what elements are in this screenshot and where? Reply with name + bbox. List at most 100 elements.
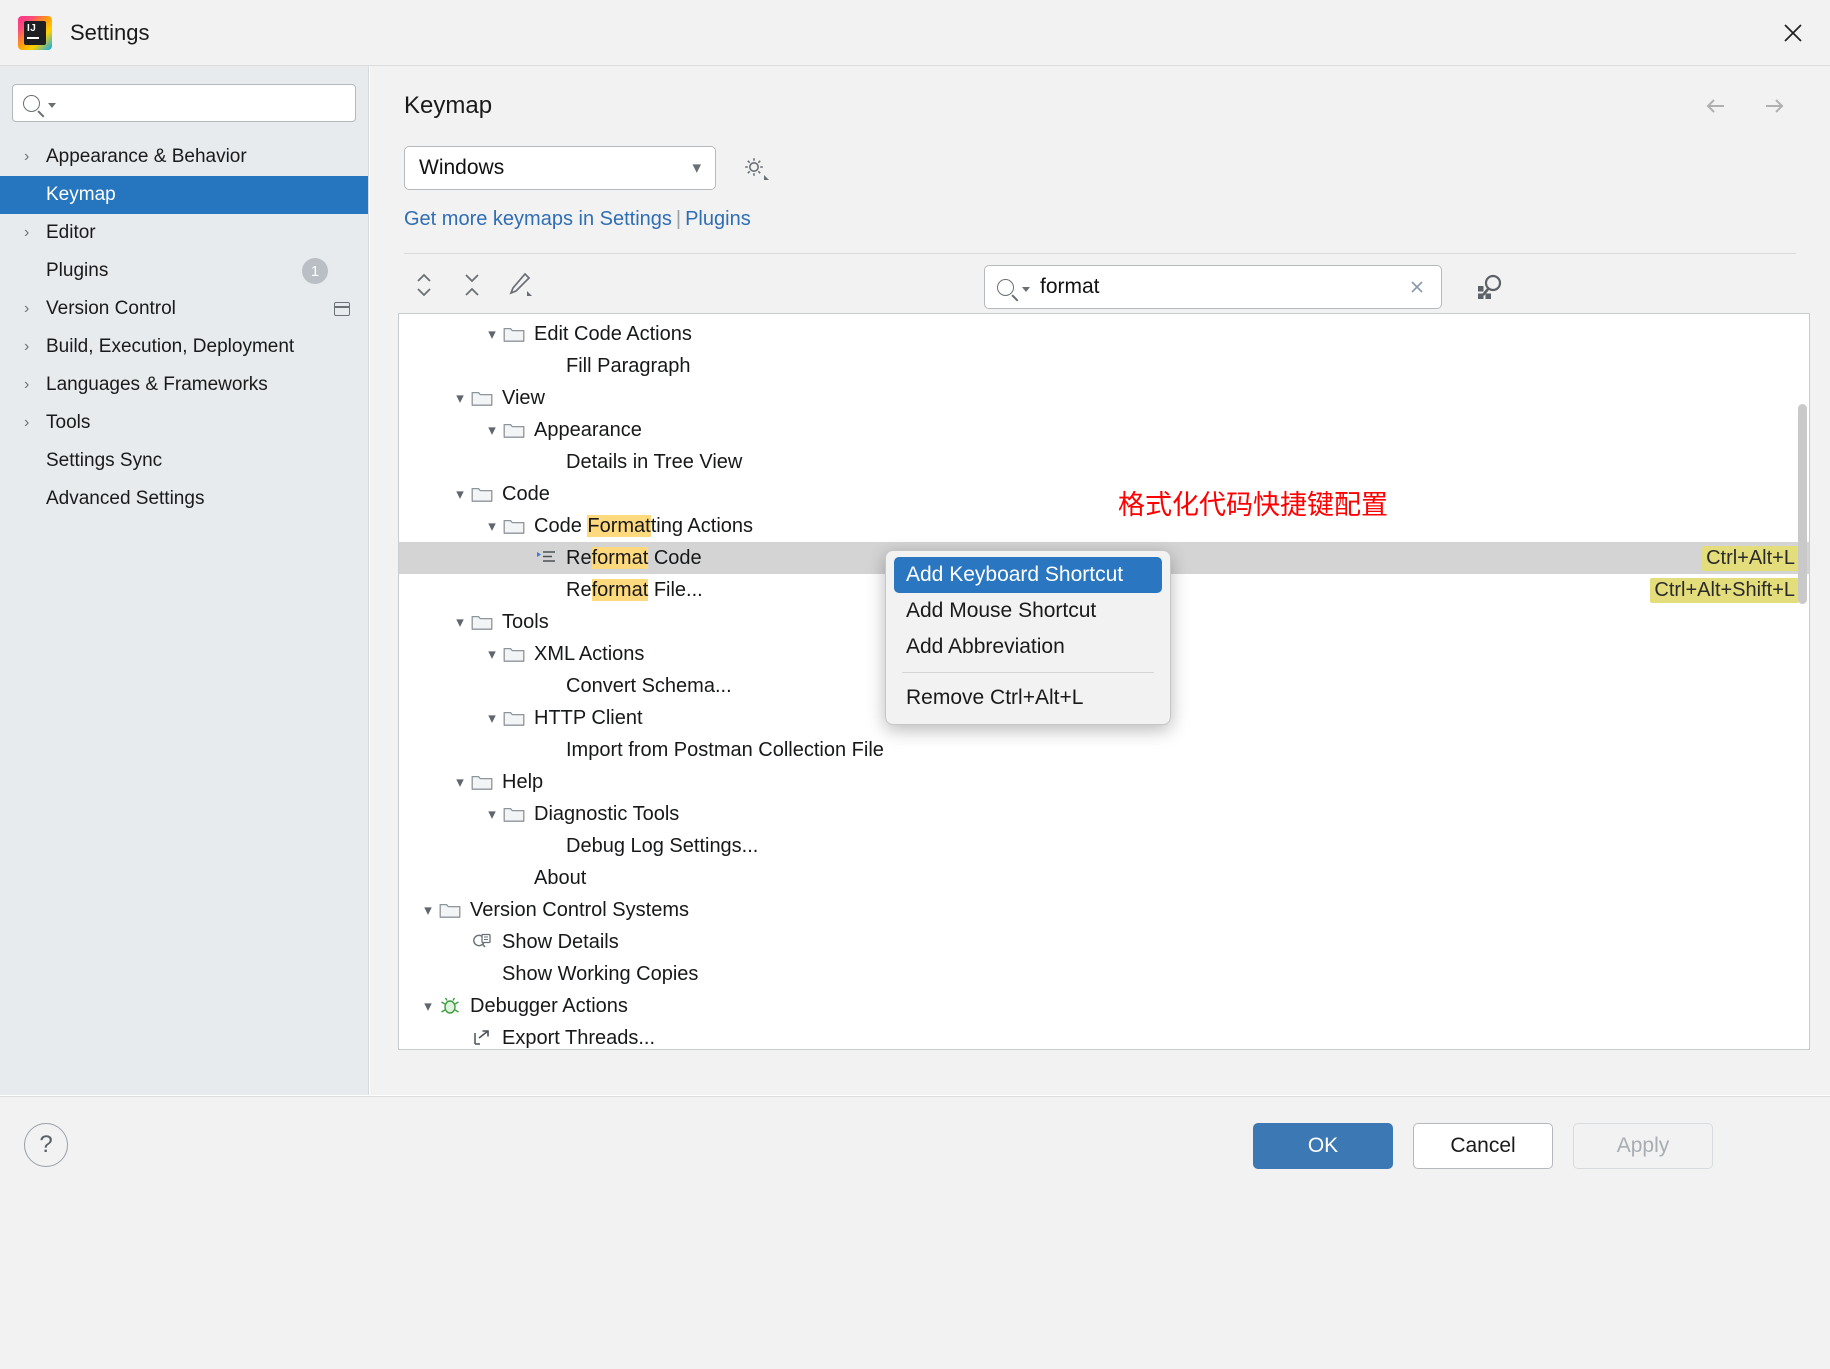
sidebar-item-keymap[interactable]: Keymap bbox=[0, 176, 368, 214]
sidebar-item-version-control[interactable]: › Version Control bbox=[0, 290, 368, 328]
tree-row[interactable]: ▾ Code bbox=[399, 478, 1809, 510]
search-icon bbox=[997, 278, 1014, 296]
sidebar-item-label: Version Control bbox=[46, 298, 176, 319]
reformat-icon bbox=[535, 548, 557, 568]
sidebar-item-label: Settings Sync bbox=[46, 450, 163, 471]
tree-row[interactable]: ▾ Edit Code Actions bbox=[399, 318, 1809, 350]
details-icon bbox=[471, 932, 493, 952]
tree-row-label: Edit Code Actions bbox=[534, 322, 692, 345]
sidebar-search-box[interactable] bbox=[12, 84, 356, 122]
arrow-left-icon[interactable] bbox=[1702, 92, 1732, 120]
ok-button[interactable]: OK bbox=[1253, 1123, 1393, 1169]
sidebar-item-plugins[interactable]: Plugins 1 bbox=[0, 252, 368, 290]
folder-icon bbox=[503, 325, 525, 343]
chevron-down-icon[interactable]: ▾ bbox=[481, 709, 503, 727]
chevron-down-icon[interactable]: ▾ bbox=[417, 901, 439, 919]
collapse-all-icon[interactable] bbox=[454, 268, 490, 302]
chevron-down-icon[interactable]: ▾ bbox=[481, 325, 503, 343]
chevron-down-icon[interactable]: ▾ bbox=[481, 645, 503, 663]
chevron-right-icon: › bbox=[24, 338, 30, 355]
tree-row[interactable]: Import from Postman Collection File bbox=[399, 734, 1809, 766]
tree-row[interactable]: ▾ Debugger Actions bbox=[399, 990, 1809, 1022]
tree-search-box[interactable]: format bbox=[984, 265, 1442, 309]
keymap-select[interactable]: Windows ▾ bbox=[404, 146, 716, 190]
tree-row-label: Debug Log Settings... bbox=[566, 834, 759, 857]
sidebar-item-languages-frameworks[interactable]: › Languages & Frameworks bbox=[0, 366, 368, 404]
folder-icon bbox=[503, 805, 525, 823]
close-icon[interactable] bbox=[1405, 275, 1429, 299]
folder-icon bbox=[503, 421, 525, 439]
pencil-edit-icon[interactable] bbox=[502, 268, 538, 302]
tree-row[interactable]: About bbox=[399, 862, 1809, 894]
tree-row[interactable]: ▾ Diagnostic Tools bbox=[399, 798, 1809, 830]
chevron-down-icon[interactable]: ▾ bbox=[449, 485, 471, 503]
cancel-button[interactable]: Cancel bbox=[1413, 1123, 1553, 1169]
plugins-link[interactable]: Plugins bbox=[685, 208, 751, 230]
panel-icon bbox=[334, 302, 350, 316]
menu-item-add-keyboard-shortcut[interactable]: Add Keyboard Shortcut bbox=[894, 557, 1162, 593]
sidebar-item-label: Editor bbox=[46, 222, 96, 243]
menu-item-add-abbreviation[interactable]: Add Abbreviation bbox=[894, 629, 1162, 665]
gear-icon[interactable] bbox=[740, 153, 770, 183]
find-by-shortcut-icon[interactable] bbox=[1469, 268, 1507, 306]
folder-icon bbox=[471, 485, 493, 503]
menu-item-add-mouse-shortcut[interactable]: Add Mouse Shortcut bbox=[894, 593, 1162, 629]
tree-row-label: Show Details bbox=[502, 930, 619, 953]
tree-row[interactable]: ▾ View bbox=[399, 382, 1809, 414]
get-more-keymaps-link[interactable]: Get more keymaps in Settings bbox=[404, 208, 672, 230]
intellij-idea-logo-icon: IJ bbox=[18, 15, 52, 50]
sidebar-item-editor[interactable]: › Editor bbox=[0, 214, 368, 252]
tree-row-label: Tools bbox=[502, 610, 549, 633]
apply-button[interactable]: Apply bbox=[1573, 1123, 1713, 1169]
folder-icon bbox=[471, 389, 493, 407]
tree-row[interactable]: Debug Log Settings... bbox=[399, 830, 1809, 862]
menu-item-remove-shortcut[interactable]: Remove Ctrl+Alt+L bbox=[894, 680, 1162, 716]
chevron-down-icon[interactable]: ▾ bbox=[417, 997, 439, 1015]
tree-scrollbar[interactable] bbox=[1798, 404, 1807, 604]
chevron-down-icon[interactable]: ▾ bbox=[481, 517, 503, 535]
folder-icon bbox=[503, 709, 525, 727]
sidebar-item-settings-sync[interactable]: Settings Sync bbox=[0, 442, 368, 480]
chevron-right-icon: › bbox=[24, 224, 30, 241]
shortcut-badge: Ctrl+Alt+L bbox=[1702, 545, 1799, 571]
tree-row[interactable]: Show Working Copies bbox=[399, 958, 1809, 990]
sidebar-item-build-execution-deployment[interactable]: › Build, Execution, Deployment bbox=[0, 328, 368, 366]
chevron-down-icon[interactable]: ▾ bbox=[449, 613, 471, 631]
tree-row[interactable]: ▾ Version Control Systems bbox=[399, 894, 1809, 926]
tree-row-label: Fill Paragraph bbox=[566, 354, 691, 377]
tree-row[interactable]: Details in Tree View bbox=[399, 446, 1809, 478]
tree-row[interactable]: ▾ Appearance bbox=[399, 414, 1809, 446]
tree-row-label: Reformat File... bbox=[566, 578, 703, 601]
menu-separator bbox=[902, 672, 1154, 673]
status-badge: 1 bbox=[302, 258, 328, 284]
sidebar-item-tools[interactable]: › Tools bbox=[0, 404, 368, 442]
chevron-down-icon bbox=[1022, 287, 1030, 292]
window-title: Settings bbox=[70, 19, 150, 45]
arrow-right-icon[interactable] bbox=[1760, 92, 1790, 120]
tree-icon-spacer bbox=[535, 580, 557, 600]
tree-icon-spacer bbox=[471, 964, 493, 984]
tree-row[interactable]: ▾ Code Formatting Actions bbox=[399, 510, 1809, 542]
search-input[interactable] bbox=[64, 93, 345, 113]
sidebar-item-appearance-behavior[interactable]: › Appearance & Behavior bbox=[0, 138, 368, 176]
help-button[interactable]: ? bbox=[24, 1123, 68, 1167]
export-icon bbox=[471, 1028, 493, 1048]
chevron-down-icon[interactable]: ▾ bbox=[481, 805, 503, 823]
tree-row[interactable]: Export Threads... bbox=[399, 1022, 1809, 1049]
chevron-down-icon[interactable]: ▾ bbox=[481, 421, 503, 439]
close-icon[interactable] bbox=[1776, 16, 1810, 50]
expand-all-icon[interactable] bbox=[406, 268, 442, 302]
chevron-down-icon[interactable]: ▾ bbox=[449, 389, 471, 407]
chevron-down-icon[interactable]: ▾ bbox=[449, 773, 471, 791]
sidebar-item-advanced-settings[interactable]: Advanced Settings bbox=[0, 480, 368, 518]
menu-item-label: Add Keyboard Shortcut bbox=[906, 563, 1124, 586]
tree-icon-spacer bbox=[535, 452, 557, 472]
tree-row-label: HTTP Client bbox=[534, 706, 643, 729]
tree-row[interactable]: Fill Paragraph bbox=[399, 350, 1809, 382]
tree-row[interactable]: ▾ Help bbox=[399, 766, 1809, 798]
tree-row[interactable]: Show Details bbox=[399, 926, 1809, 958]
tree-row-label: Import from Postman Collection File bbox=[566, 738, 884, 761]
menu-item-label: Remove Ctrl+Alt+L bbox=[906, 686, 1084, 709]
sidebar-item-label: Appearance & Behavior bbox=[46, 146, 247, 167]
tree-row-label: Debugger Actions bbox=[470, 994, 628, 1017]
